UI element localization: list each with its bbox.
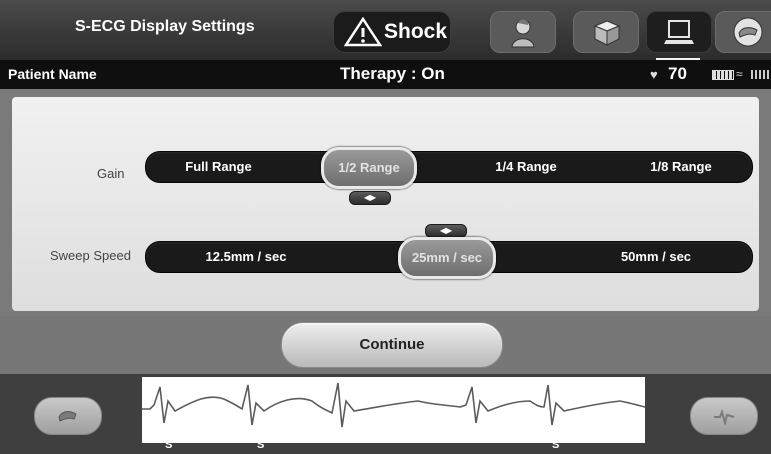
laptop-button[interactable] <box>646 11 712 53</box>
sweep-option-25-selected[interactable]: 25mm / sec <box>398 237 496 279</box>
laptop-icon <box>664 20 694 44</box>
right-ecg-button[interactable] <box>690 397 758 435</box>
page-title: S-ECG Display Settings <box>75 18 255 35</box>
hand-icon <box>733 17 763 47</box>
gain-option-eighth[interactable]: 1/8 Range <box>616 152 746 182</box>
gain-selector: Full Range 1/2 Range 1/4 Range 1/8 Range <box>145 147 753 189</box>
hand-button[interactable] <box>715 11 771 53</box>
sweep-speed-label: Sweep Speed <box>50 248 131 263</box>
hand-pointer-icon <box>58 411 77 422</box>
patient-icon <box>511 19 535 48</box>
top-header: S-ECG Display Settings Shock <box>0 0 771 61</box>
sweep-speed-selector: 12.5mm / sec 25mm / sec 50mm / sec <box>145 237 753 279</box>
sweep-option-50[interactable]: 50mm / sec <box>576 242 736 272</box>
continue-button[interactable]: Continue <box>281 322 503 368</box>
patient-name-label: Patient Name <box>8 66 97 82</box>
sweep-slider-handle[interactable]: ◀▶ <box>425 224 467 238</box>
wireless-icon: ≈ <box>736 67 743 81</box>
sweep-option-12-5[interactable]: 12.5mm / sec <box>166 242 326 272</box>
ecg-sense-marker: S <box>257 439 265 451</box>
warning-icon <box>344 17 382 47</box>
status-bar: Patient Name Therapy : On ♥ 70 ≈ <box>0 60 771 89</box>
battery-icon <box>712 70 734 80</box>
ecg-waveform-strip <box>142 377 645 443</box>
signal-bars-icon <box>751 70 769 79</box>
gain-label: Gain <box>97 166 125 181</box>
ecg-pulse-icon <box>714 408 735 425</box>
patient-button[interactable] <box>490 11 556 53</box>
heart-rate-value: 70 <box>668 64 687 83</box>
gain-option-half-selected[interactable]: 1/2 Range <box>321 147 417 189</box>
left-ecg-button[interactable] <box>34 397 102 435</box>
gain-slider-handle[interactable]: ◀▶ <box>349 191 391 205</box>
package-button[interactable] <box>573 11 639 53</box>
ecg-waveform <box>142 382 645 428</box>
therapy-status: Therapy : On <box>340 64 445 83</box>
heart-icon: ♥ <box>650 67 658 82</box>
gain-option-quarter[interactable]: 1/4 Range <box>461 152 591 182</box>
ecg-sense-marker: S <box>552 439 560 451</box>
package-icon <box>593 20 621 46</box>
shock-label: Shock <box>384 20 448 43</box>
shock-button[interactable]: Shock <box>333 11 451 53</box>
ecg-sense-marker: S <box>165 439 173 451</box>
gain-option-full[interactable]: Full Range <box>156 152 281 182</box>
